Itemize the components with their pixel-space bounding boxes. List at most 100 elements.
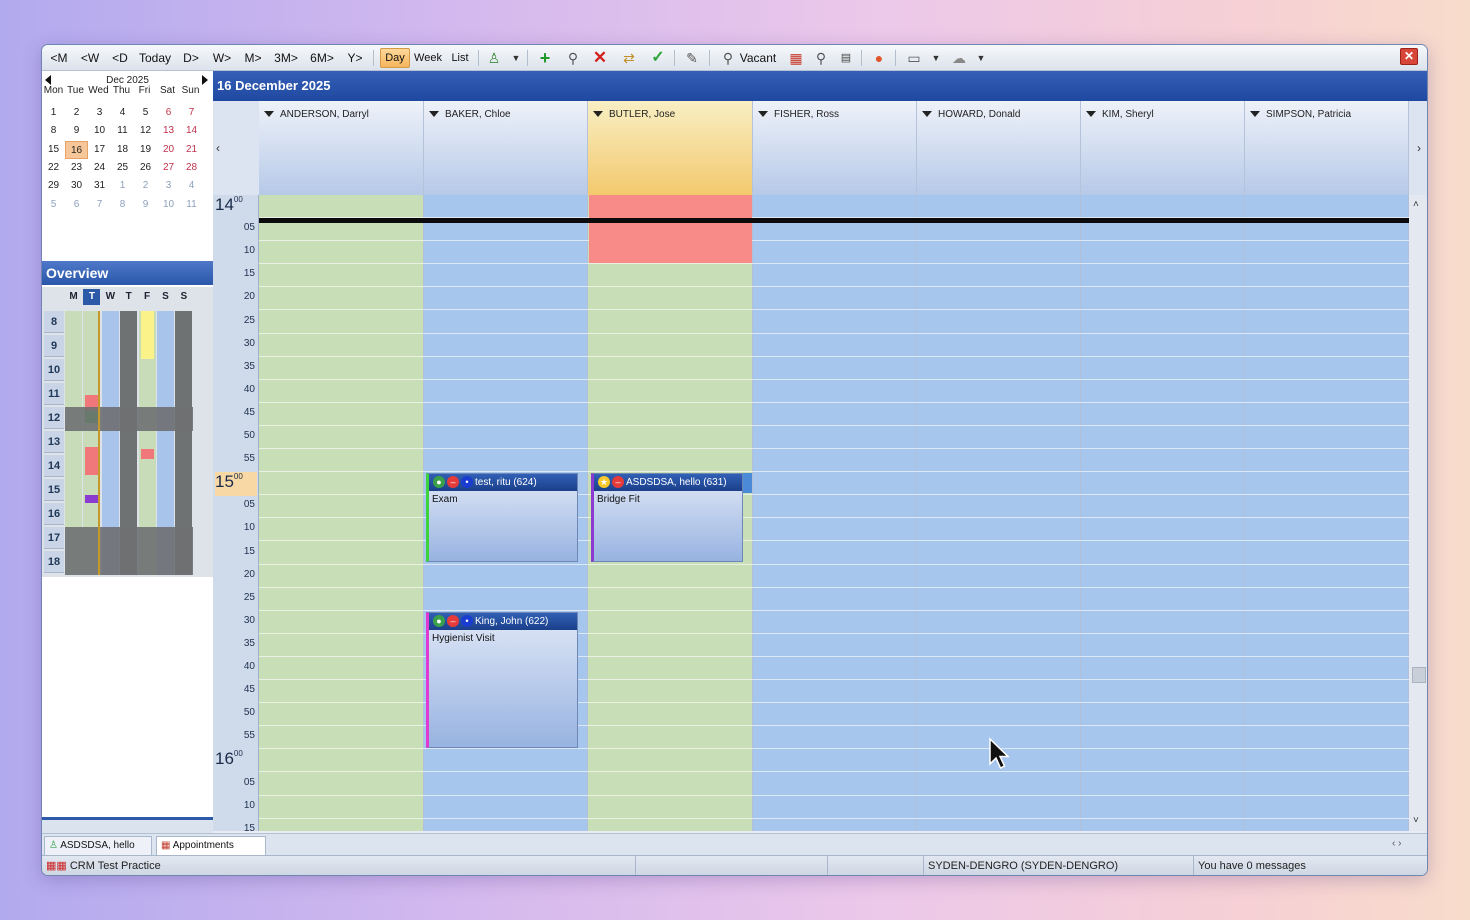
next-year-button[interactable]: Y> bbox=[343, 48, 367, 68]
mini-cal-day[interactable]: 6 bbox=[65, 196, 88, 214]
appointment-block[interactable]: ● – • test, ritu (624) Exam bbox=[426, 473, 578, 562]
mini-cal-day[interactable]: 2 bbox=[134, 177, 157, 195]
mini-cal-day[interactable]: 28 bbox=[180, 159, 203, 177]
calendar-red-icon[interactable]: ▦ bbox=[787, 49, 805, 67]
next-6-months-button[interactable]: 6M> bbox=[307, 48, 337, 68]
provider-header[interactable]: FISHER, Ross bbox=[753, 101, 917, 195]
mini-cal-day[interactable]: 27 bbox=[157, 159, 180, 177]
scroll-down-icon[interactable]: ˅ bbox=[1413, 815, 1419, 826]
mini-cal-day[interactable]: 3 bbox=[157, 177, 180, 195]
provider-column[interactable] bbox=[753, 195, 917, 831]
dropdown-arrow-icon[interactable]: ▼ bbox=[507, 49, 525, 67]
mini-cal-day[interactable]: 11 bbox=[111, 122, 134, 140]
prev-day-button[interactable]: <D bbox=[108, 48, 132, 68]
mini-cal-day[interactable]: 22 bbox=[42, 159, 65, 177]
mini-cal-day[interactable]: 2 bbox=[65, 104, 88, 122]
mini-cal-day[interactable]: 9 bbox=[65, 122, 88, 140]
calendar-date-icon[interactable]: ▤ bbox=[837, 49, 855, 67]
scroll-columns-left-icon[interactable]: ‹ bbox=[213, 101, 259, 195]
appointment-block[interactable]: ★ – ASDSDSA, hello (631) Bridge Fit bbox=[591, 473, 743, 562]
mini-cal-day[interactable]: 7 bbox=[88, 196, 111, 214]
today-button[interactable]: Today bbox=[137, 48, 173, 68]
mini-cal-day[interactable]: 30 bbox=[65, 177, 88, 195]
next-week-button[interactable]: W> bbox=[209, 48, 235, 68]
provider-column[interactable] bbox=[259, 195, 424, 831]
mini-cal-day[interactable]: 24 bbox=[88, 159, 111, 177]
mini-cal-day[interactable]: 18 bbox=[111, 141, 134, 159]
move-appointment-icon[interactable]: ⇄ bbox=[620, 49, 638, 67]
mini-cal-next-icon[interactable] bbox=[202, 75, 208, 85]
next-month-button[interactable]: M> bbox=[240, 48, 266, 68]
provider-column[interactable] bbox=[917, 195, 1081, 831]
mini-cal-day[interactable]: 10 bbox=[88, 122, 111, 140]
provider-header[interactable]: HOWARD, Donald bbox=[917, 101, 1081, 195]
mini-cal-day[interactable]: 10 bbox=[157, 196, 180, 214]
day-view-button[interactable]: Day bbox=[380, 48, 410, 68]
vertical-scrollbar[interactable]: ˄ ˅ bbox=[1409, 195, 1427, 831]
provider-header[interactable]: SIMPSON, Patricia bbox=[1245, 101, 1409, 195]
mini-cal-day[interactable]: 21 bbox=[180, 141, 203, 159]
vacant-button[interactable]: Vacant bbox=[738, 48, 778, 68]
mini-cal-day[interactable]: 15 bbox=[42, 141, 65, 159]
mini-cal-day[interactable]: 3 bbox=[88, 104, 111, 122]
tab-patient[interactable]: ♙ ASDSDSA, hello bbox=[44, 836, 152, 855]
dropdown-arrow-icon[interactable]: ▼ bbox=[927, 49, 945, 67]
mini-cal-day[interactable]: 5 bbox=[42, 196, 65, 214]
search-vacant-icon[interactable]: ⚲ bbox=[719, 49, 737, 67]
mini-cal-day[interactable]: 14 bbox=[180, 122, 203, 140]
next-day-button[interactable]: D> bbox=[179, 48, 203, 68]
mini-cal-day[interactable]: 31 bbox=[88, 177, 111, 195]
prev-month-button[interactable]: <M bbox=[46, 48, 72, 68]
appointment-block[interactable]: ● – • King, John (622) Hygienist Visit bbox=[426, 612, 578, 748]
mini-cal-day[interactable]: 16 bbox=[65, 140, 88, 159]
mini-cal-day[interactable]: 8 bbox=[111, 196, 134, 214]
edit-note-icon[interactable]: ✎ bbox=[683, 49, 701, 67]
mini-cal-day[interactable]: 1 bbox=[42, 104, 65, 122]
layout-icon[interactable]: ▭ bbox=[905, 49, 923, 67]
prev-week-button[interactable]: <W bbox=[77, 48, 103, 68]
provider-column[interactable] bbox=[1081, 195, 1245, 831]
tab-appointments[interactable]: ▦ Appointments bbox=[156, 836, 266, 855]
status-messages[interactable]: You have 0 messages bbox=[1194, 856, 1427, 875]
next-3-months-button[interactable]: 3M> bbox=[271, 48, 301, 68]
tab-scroll-icon[interactable]: ‹ › bbox=[1392, 838, 1401, 849]
mini-cal-day[interactable]: 17 bbox=[88, 141, 111, 159]
delete-appointment-icon[interactable]: ✕ bbox=[591, 49, 609, 67]
add-appointment-icon[interactable]: + bbox=[536, 49, 554, 67]
dropdown-arrow-icon[interactable]: ▼ bbox=[972, 49, 990, 67]
mini-cal-day[interactable]: 5 bbox=[134, 104, 157, 122]
alert-icon[interactable]: ● bbox=[870, 49, 888, 67]
mini-cal-day[interactable]: 25 bbox=[111, 159, 134, 177]
mini-cal-day[interactable]: 12 bbox=[134, 122, 157, 140]
mini-cal-day[interactable]: 8 bbox=[42, 122, 65, 140]
mini-cal-day[interactable]: 1 bbox=[111, 177, 134, 195]
mini-cal-day[interactable]: 23 bbox=[65, 159, 88, 177]
confirm-check-icon[interactable]: ✓ bbox=[649, 49, 667, 67]
mini-cal-day[interactable]: 29 bbox=[42, 177, 65, 195]
schedule-grid[interactable]: ● – • test, ritu (624) Exam ★ – ASDSDSA, hell… bbox=[259, 195, 1409, 831]
zoom-icon[interactable]: ⚲ bbox=[812, 49, 830, 67]
provider-header[interactable]: BUTLER, Jose bbox=[588, 101, 753, 195]
provider-header[interactable]: KIM, Sheryl bbox=[1081, 101, 1245, 195]
provider-header[interactable]: ANDERSON, Darryl bbox=[259, 101, 424, 195]
mini-cal-day[interactable]: 20 bbox=[157, 141, 180, 159]
provider-column[interactable] bbox=[1245, 195, 1409, 831]
scroll-thumb[interactable] bbox=[1412, 667, 1426, 683]
mini-cal-day[interactable]: 4 bbox=[111, 104, 134, 122]
patient-arrive-icon[interactable]: ♙ bbox=[485, 49, 503, 67]
mini-cal-day[interactable]: 26 bbox=[134, 159, 157, 177]
close-window-button[interactable]: ✕ bbox=[1400, 48, 1418, 65]
mini-cal-day[interactable]: 11 bbox=[180, 196, 203, 214]
week-view-button[interactable]: Week bbox=[413, 48, 443, 68]
list-view-button[interactable]: List bbox=[447, 48, 473, 68]
provider-header[interactable]: BAKER, Chloe bbox=[424, 101, 588, 195]
mini-cal-day[interactable]: 9 bbox=[134, 196, 157, 214]
mini-cal-day[interactable]: 13 bbox=[157, 122, 180, 140]
mini-cal-day[interactable]: 19 bbox=[134, 141, 157, 159]
mini-cal-day[interactable]: 6 bbox=[157, 104, 180, 122]
mini-cal-day[interactable]: 7 bbox=[180, 104, 203, 122]
scroll-up-icon[interactable]: ˄ bbox=[1413, 199, 1419, 210]
print-icon[interactable]: ☁ bbox=[950, 49, 968, 67]
mini-cal-day[interactable]: 4 bbox=[180, 177, 203, 195]
scroll-columns-right-icon[interactable]: › bbox=[1409, 101, 1427, 195]
